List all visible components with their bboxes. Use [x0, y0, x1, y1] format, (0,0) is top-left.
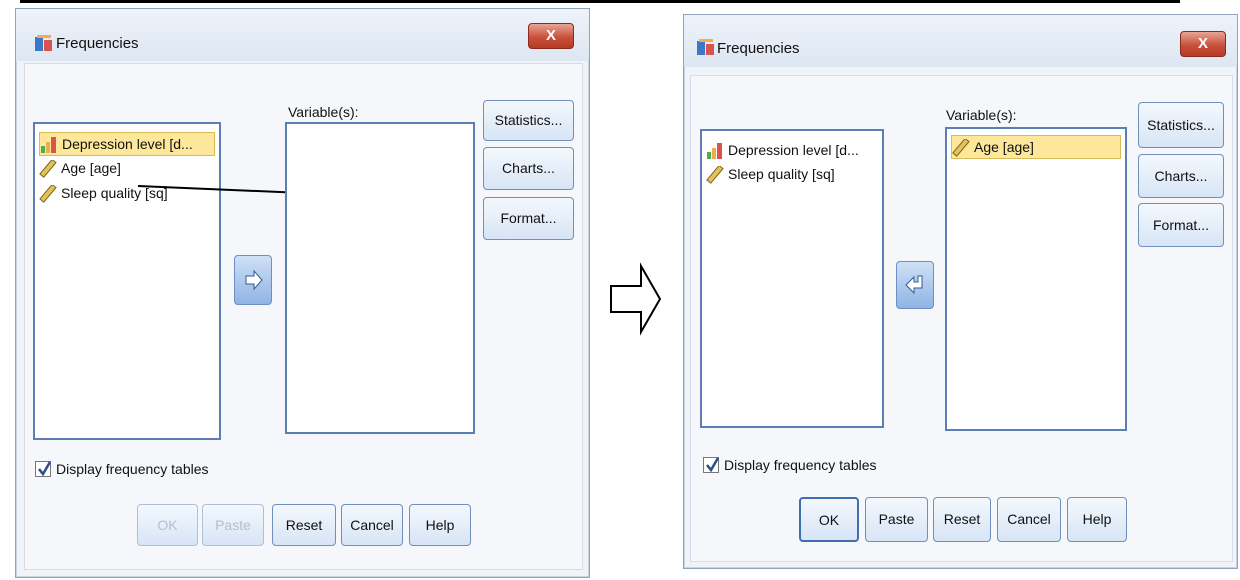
arrow-left-icon	[905, 275, 923, 295]
button-label: Paste	[878, 511, 915, 527]
variables-label: Variable(s):	[288, 104, 359, 120]
left-source-variable-list[interactable]: Depression level [d... Age [age] Sleep q…	[33, 122, 221, 440]
button-label: Reset	[943, 511, 981, 527]
button-label: Statistics...	[494, 112, 563, 128]
button-label: Format...	[500, 210, 557, 226]
list-item-label: Age [age]	[61, 160, 121, 176]
display-frequency-tables-checkbox[interactable]	[35, 461, 52, 477]
button-label: OK	[818, 512, 840, 528]
button-label: Charts...	[1154, 168, 1208, 184]
list-item-label: Sleep quality [sq]	[728, 166, 835, 182]
button-label: Format...	[1152, 217, 1209, 233]
checkmark-icon	[38, 461, 52, 477]
list-item-label: Depression level [d...	[62, 136, 193, 152]
frequencies-app-icon	[697, 39, 714, 55]
frequencies-app-icon	[35, 35, 52, 51]
right-dialog-title: Frequencies	[717, 40, 800, 57]
move-to-variables-button[interactable]	[234, 255, 272, 305]
scale-ruler-icon	[39, 160, 57, 179]
cancel-button[interactable]: Cancel	[341, 504, 403, 546]
list-item[interactable]: Age [age]	[39, 157, 121, 179]
statistics-button[interactable]: Statistics...	[1138, 102, 1224, 148]
button-label: Statistics...	[1147, 117, 1215, 133]
button-label: Cancel	[350, 517, 394, 533]
statistics-button[interactable]: Statistics...	[483, 100, 574, 141]
button-label: Paste	[215, 517, 251, 533]
charts-button[interactable]: Charts...	[483, 147, 574, 190]
scale-ruler-icon	[706, 166, 724, 185]
right-source-variable-list[interactable]: Depression level [d... Sleep quality [sq…	[700, 129, 884, 428]
list-item-label: Age [age]	[974, 139, 1034, 155]
button-label: Reset	[285, 517, 323, 533]
paste-button[interactable]: Paste	[865, 497, 928, 542]
left-variables-list[interactable]	[285, 122, 475, 434]
hollow-arrow-right-icon	[610, 262, 662, 336]
list-item[interactable]: Sleep quality [sq]	[706, 163, 835, 185]
checkmark-icon	[706, 457, 720, 473]
ok-button[interactable]: OK	[137, 504, 198, 546]
ok-button[interactable]: OK	[799, 497, 859, 542]
display-frequency-tables-label: Display frequency tables	[724, 457, 877, 473]
button-label: OK	[157, 517, 178, 533]
ordinal-bar-icon	[41, 137, 56, 154]
left-close-button[interactable]: X	[528, 23, 574, 49]
format-button[interactable]: Format...	[1138, 203, 1224, 247]
paste-button[interactable]: Paste	[202, 504, 264, 546]
display-frequency-tables-checkbox[interactable]	[703, 457, 720, 473]
list-item[interactable]: Depression level [d...	[39, 132, 215, 156]
arrow-right-icon	[245, 269, 263, 291]
left-dialog-title: Frequencies	[56, 35, 139, 52]
help-button[interactable]: Help	[409, 504, 471, 546]
format-button[interactable]: Format...	[483, 197, 574, 240]
move-back-to-source-button[interactable]	[896, 261, 934, 309]
list-item[interactable]: Age [age]	[951, 135, 1121, 159]
scale-ruler-icon	[39, 185, 57, 204]
list-item-label: Depression level [d...	[728, 142, 859, 158]
help-button[interactable]: Help	[1067, 497, 1127, 542]
variables-label: Variable(s):	[946, 107, 1017, 123]
right-close-button[interactable]: X	[1180, 31, 1226, 57]
charts-button[interactable]: Charts...	[1138, 154, 1224, 198]
reset-button[interactable]: Reset	[933, 497, 991, 542]
button-label: Help	[425, 517, 455, 533]
reset-button[interactable]: Reset	[272, 504, 336, 546]
button-label: Cancel	[1007, 511, 1051, 527]
top-rule	[20, 0, 1180, 3]
button-label: Help	[1082, 511, 1112, 527]
cancel-button[interactable]: Cancel	[997, 497, 1061, 542]
list-item[interactable]: Depression level [d...	[706, 139, 859, 161]
left-frequencies-dialog: Frequencies X Depression level [d... Age…	[15, 8, 590, 578]
button-label: Charts...	[502, 160, 555, 176]
scale-ruler-icon	[952, 139, 970, 158]
display-frequency-tables-label: Display frequency tables	[56, 461, 209, 477]
ordinal-bar-icon	[707, 143, 722, 160]
right-frequencies-dialog: Frequencies X Depression level [d... Sle…	[683, 14, 1238, 569]
right-variables-list[interactable]: Age [age]	[945, 127, 1127, 431]
